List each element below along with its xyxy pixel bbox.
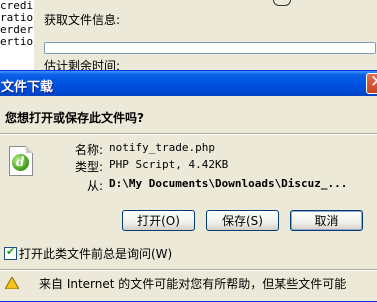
always-ask-checkbox[interactable]: ✔	[4, 245, 17, 260]
warning-shield-icon	[5, 277, 19, 289]
dialog-titlebar[interactable]: 文件下载 ✕	[0, 71, 377, 96]
file-info-label: 获取文件信息:	[44, 13, 121, 27]
security-warning-text: 来自 Internet 的文件可能对您有所帮助，但某些文件可能	[39, 277, 347, 291]
divider	[0, 269, 377, 271]
type-label: 类型:	[74, 160, 103, 174]
file-download-dialog: 文件下载 ✕ 您想打开或保存此文件吗? d 名称: notify_trade.p…	[0, 70, 377, 302]
always-ask-label[interactable]: 打开此类文件前总是询问(W)	[19, 245, 172, 262]
close-icon: ✕	[370, 72, 377, 92]
download-progress-bar	[44, 42, 376, 54]
file-name-value: notify_trade.php	[109, 141, 215, 154]
name-label: 名称:	[74, 143, 103, 157]
from-label: 从:	[86, 179, 103, 193]
close-button[interactable]: ✕	[366, 72, 377, 94]
save-button[interactable]: 保存(S)	[206, 210, 279, 231]
cancel-button[interactable]: 取消	[290, 210, 363, 231]
dialog-question: 您想打开或保存此文件吗?	[5, 111, 144, 125]
background-download-progress-window: 获取文件信息: 估计剩余时间:	[34, 0, 377, 73]
php-file-icon: d	[9, 146, 33, 176]
checkmark-icon: ✔	[6, 245, 16, 258]
page-fold	[26, 146, 33, 153]
dreamweaver-logo-icon: d	[12, 154, 29, 171]
code-line: ertion	[0, 35, 34, 48]
open-button[interactable]: 打开(O)	[122, 210, 195, 231]
progress-animation-icon	[273, 0, 291, 6]
background-code-editor: credi ratio erderi ertion	[0, 0, 35, 70]
file-source-value: D:\My Documents\Downloads\Discuz_...	[109, 177, 348, 190]
file-type-value: PHP Script, 4.42KB	[109, 158, 229, 171]
dialog-title: 文件下载	[1, 80, 54, 95]
divider	[0, 133, 377, 135]
